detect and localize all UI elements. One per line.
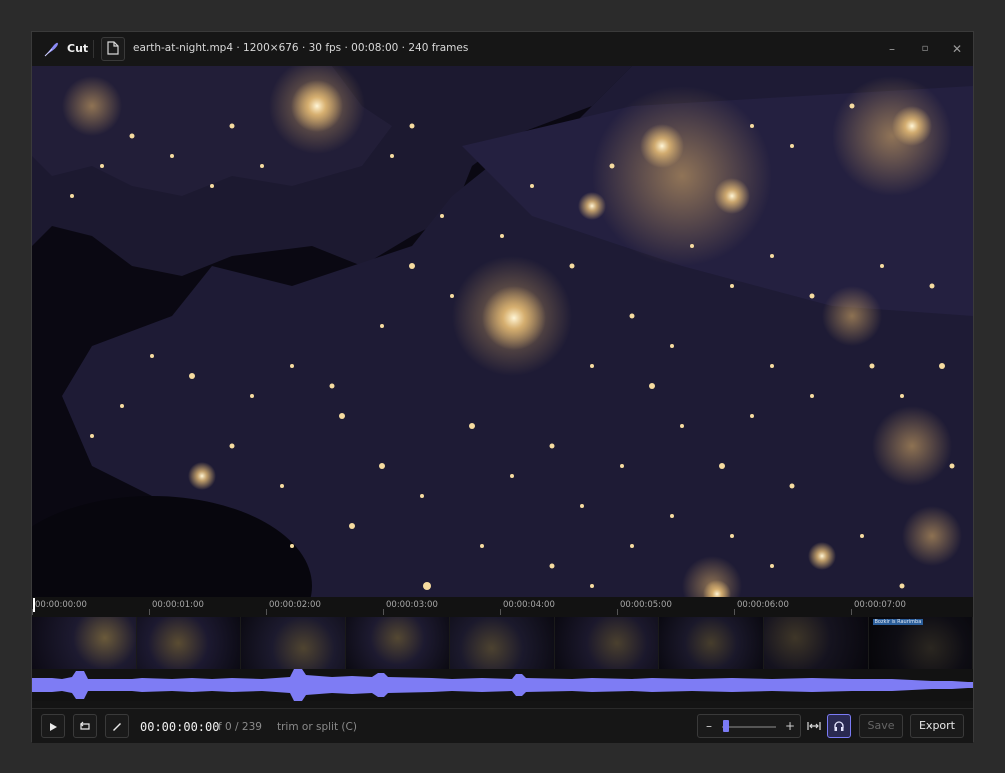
thumbnail-strip[interactable]: Bozkir is Raurimba: [32, 617, 974, 669]
zoom-control: – +: [697, 714, 801, 738]
close-button[interactable]: ✕: [948, 40, 966, 58]
feather-icon: [42, 40, 60, 58]
thumbnail-frame: [554, 617, 660, 669]
audio-waveform[interactable]: [32, 669, 973, 701]
pencil-icon: [111, 717, 123, 736]
editor-window: Cut earth-at-night.mp4 · 1200×676 · 30 f…: [31, 31, 974, 743]
thumbnail-frame: [659, 617, 764, 669]
title-bar: Cut earth-at-night.mp4 · 1200×676 · 30 f…: [32, 32, 973, 67]
waveform-graphic: [32, 669, 973, 701]
play-icon: [48, 717, 58, 736]
thumbnail-frame: [32, 617, 137, 669]
save-button[interactable]: Save: [859, 714, 903, 738]
thumbnail-frame: [136, 617, 242, 669]
thumbnail-frame: [763, 617, 869, 669]
zoom-in-button[interactable]: +: [782, 718, 798, 734]
thumbnail-frame: Bozkir is Raurimba: [868, 617, 974, 669]
fit-width-button[interactable]: [802, 714, 826, 738]
file-icon: [107, 40, 119, 59]
thumbnail-frame: [241, 617, 346, 669]
timeline-ruler[interactable]: 00:00:00:00 00:00:01:00 00:00:02:00 00:0…: [32, 597, 973, 617]
play-button[interactable]: [41, 714, 65, 738]
thumbnail-frame: [345, 617, 451, 669]
video-preview[interactable]: [32, 66, 973, 629]
fit-width-icon: [807, 717, 821, 736]
file-info: earth-at-night.mp4 · 1200×676 · 30 fps ·…: [133, 42, 469, 54]
minimize-button[interactable]: –: [883, 40, 901, 58]
zoom-out-button[interactable]: –: [701, 718, 717, 734]
audio-toggle-button[interactable]: [827, 714, 851, 738]
maximize-button[interactable]: ▫: [916, 40, 934, 58]
transport-toolbar: 00:00:00:00 f 0 / 239 trim or split (C) …: [32, 708, 973, 743]
zoom-slider-track[interactable]: [722, 726, 776, 728]
timecode: 00:00:00:00: [140, 720, 220, 734]
zoom-slider-handle[interactable]: [723, 720, 729, 732]
loop-icon: [78, 717, 92, 736]
open-file-button[interactable]: [101, 37, 125, 61]
thumbnail-frame: [450, 617, 555, 669]
export-button[interactable]: Export: [910, 714, 964, 738]
frame-counter: f 0 / 239: [218, 721, 262, 733]
edit-button[interactable]: [105, 714, 129, 738]
shortcut-hint: trim or split (C): [277, 721, 357, 733]
thumbnail-caption: Bozkir is Raurimba: [872, 619, 924, 625]
app-name: Cut: [67, 42, 89, 55]
title-divider: [93, 40, 94, 58]
playhead[interactable]: [33, 598, 35, 612]
night-earth-image: [32, 66, 973, 629]
headphones-icon: [833, 717, 845, 736]
loop-button[interactable]: [73, 714, 97, 738]
